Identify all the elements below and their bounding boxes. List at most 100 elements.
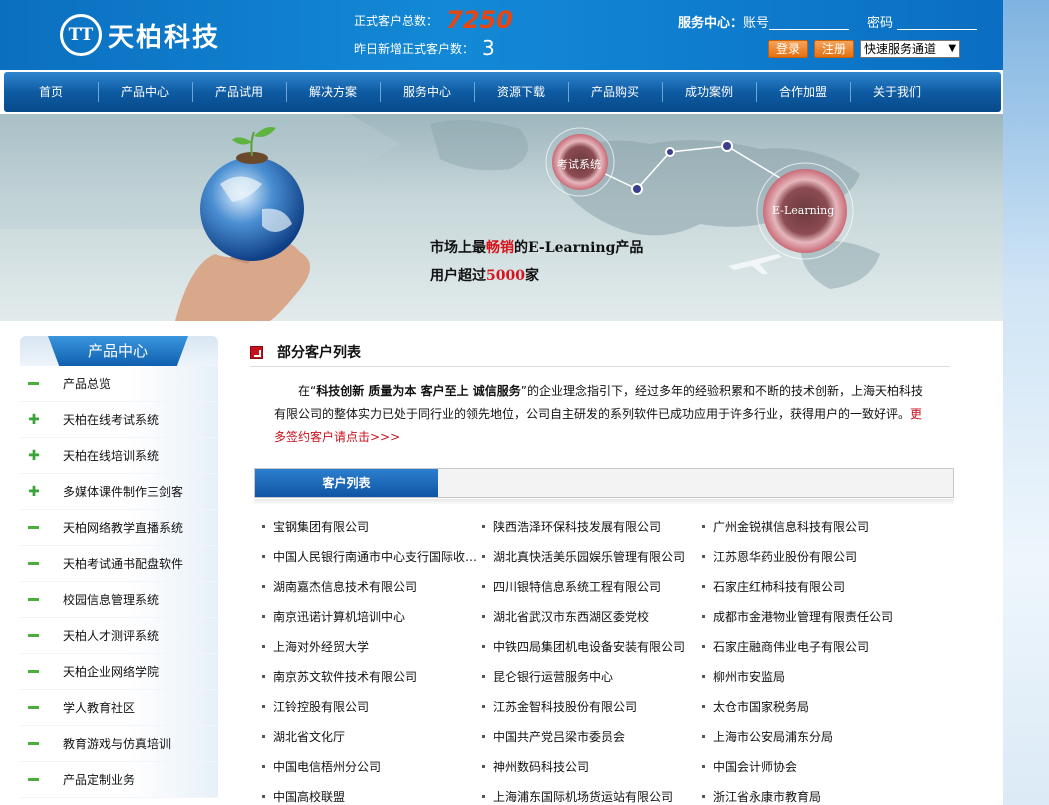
client-item[interactable]: 广州金锐祺信息科技有限公司 bbox=[702, 511, 942, 541]
client-item[interactable]: 中国电信梧州分公司 bbox=[262, 751, 482, 781]
banner-artwork bbox=[0, 114, 880, 321]
client-item[interactable]: 湖北省武汉市东西湖区委党校 bbox=[482, 601, 702, 631]
minus-icon bbox=[28, 670, 40, 673]
client-item[interactable]: 上海市公安局浦东分局 bbox=[702, 721, 942, 751]
sidebar-item-label: 天柏企业网络学院 bbox=[63, 665, 160, 679]
banner-bubble-elearning: E-Learning bbox=[772, 204, 835, 217]
client-name: 神州数码科技公司 bbox=[493, 759, 590, 774]
banner-headline-emphasis: 畅销 bbox=[486, 240, 514, 256]
sidebar-item[interactable]: 天柏网络教学直播系统 bbox=[20, 510, 218, 546]
sidebar-item[interactable]: 产品总览 bbox=[20, 366, 218, 402]
client-item[interactable]: 湖北省文化厅 bbox=[262, 721, 482, 751]
client-name: 湖南嘉杰信息技术有限公司 bbox=[273, 579, 418, 594]
bullet-icon bbox=[482, 734, 485, 738]
plus-icon: ✚ bbox=[28, 447, 40, 464]
logo-mark-icon: TT bbox=[60, 14, 102, 56]
sidebar-item[interactable]: 校园信息管理系统 bbox=[20, 582, 218, 618]
client-item[interactable]: 上海浦东国际机场货运站有限公司 bbox=[482, 781, 702, 805]
bullet-icon bbox=[262, 674, 265, 678]
banner-subline-emphasis: 5000 bbox=[486, 268, 525, 284]
nav-item-solutions[interactable]: 解决方案 bbox=[286, 72, 380, 112]
client-name: 中国人民银行南通市中心支行国际收… bbox=[273, 549, 478, 564]
page: TT 天柏科技 正式客户总数： 7250 昨日新增正式客户数： 3 服务中心： … bbox=[0, 0, 1003, 805]
bullet-icon bbox=[702, 614, 705, 618]
bullet-icon bbox=[702, 704, 705, 708]
sidebar-item[interactable]: 天柏企业网络学院 bbox=[20, 654, 218, 690]
bullet-icon bbox=[482, 794, 485, 798]
client-item[interactable]: 太仓市国家税务局 bbox=[702, 691, 942, 721]
sidebar-item-label: 天柏考试通书配盘软件 bbox=[63, 557, 184, 571]
section-header: 部分客户列表 bbox=[250, 342, 361, 362]
nav-item-purchase[interactable]: 产品购买 bbox=[568, 72, 662, 112]
minus-icon bbox=[28, 562, 40, 565]
hero-banner[interactable]: 考试系统 E-Learning 市场上最畅销的E-Learning产品 用户超过… bbox=[0, 114, 1003, 321]
minus-icon bbox=[28, 382, 40, 385]
client-item[interactable]: 柳州市安监局 bbox=[702, 661, 942, 691]
sidebar-item-label: 天柏网络教学直播系统 bbox=[63, 521, 184, 535]
sidebar-list: 产品总览 ✚ 天柏在线考试系统 ✚ 天柏在线培训系统 ✚ 多媒体课件制作三剑客天柏网络教学直… bbox=[20, 366, 218, 798]
client-name: 湖北省文化厅 bbox=[273, 729, 346, 744]
client-item[interactable]: 石家庄融商伟业电子有限公司 bbox=[702, 631, 942, 661]
bullet-icon bbox=[702, 764, 705, 768]
sidebar-item-label: 产品总览 bbox=[63, 377, 112, 391]
client-name: 陕西浩泽环保科技发展有限公司 bbox=[493, 519, 662, 534]
client-item[interactable]: 成都市金港物业管理有限责任公司 bbox=[702, 601, 942, 631]
sidebar-item-label: 校园信息管理系统 bbox=[63, 593, 160, 607]
bullet-icon bbox=[482, 674, 485, 678]
bullet-icon bbox=[702, 554, 705, 558]
client-item[interactable]: 昆仑银行运营服务中心 bbox=[482, 661, 702, 691]
client-item[interactable]: 江铃控股有限公司 bbox=[262, 691, 482, 721]
client-item[interactable]: 江苏恩华药业股份有限公司 bbox=[702, 541, 942, 571]
client-item[interactable]: 南京迅诺计算机培训中心 bbox=[262, 601, 482, 631]
client-item[interactable]: 江苏金智科技股份有限公司 bbox=[482, 691, 702, 721]
client-item[interactable]: 湖南嘉杰信息技术有限公司 bbox=[262, 571, 482, 601]
sidebar-item[interactable]: 产品定制业务 bbox=[20, 762, 218, 798]
sidebar-item[interactable]: 天柏人才测评系统 bbox=[20, 618, 218, 654]
logo[interactable]: TT 天柏科技 bbox=[60, 12, 220, 58]
sidebar-item[interactable]: ✚ 天柏在线培训系统 bbox=[20, 438, 218, 474]
client-item[interactable]: 陕西浩泽环保科技发展有限公司 bbox=[482, 511, 702, 541]
client-item[interactable]: 中国高校联盟 bbox=[262, 781, 482, 805]
bullet-icon bbox=[262, 644, 265, 648]
sidebar-item[interactable]: ✚ 多媒体课件制作三剑客 bbox=[20, 474, 218, 510]
sidebar-item[interactable]: 学人教育社区 bbox=[20, 690, 218, 726]
bullet-icon bbox=[262, 554, 265, 558]
nav-item-products[interactable]: 产品中心 bbox=[98, 72, 192, 112]
sidebar-item-label: 产品定制业务 bbox=[63, 773, 136, 787]
client-item[interactable]: 南京苏文软件技术有限公司 bbox=[262, 661, 482, 691]
client-item[interactable]: 浙江省永康市教育局 bbox=[702, 781, 942, 805]
client-item[interactable]: 中国共产党吕梁市委员会 bbox=[482, 721, 702, 751]
nav-item-partners[interactable]: 合作加盟 bbox=[756, 72, 850, 112]
client-name: 湖北真快活美乐园娱乐管理有限公司 bbox=[493, 549, 686, 564]
sidebar-item[interactable]: ✚ 天柏在线考试系统 bbox=[20, 402, 218, 438]
nav-item-downloads[interactable]: 资源下载 bbox=[474, 72, 568, 112]
client-list-tabbar: 客户列表 bbox=[254, 468, 954, 498]
client-item[interactable]: 宝钢集团有限公司 bbox=[262, 511, 482, 541]
register-button[interactable]: 注册 bbox=[814, 40, 855, 58]
client-item[interactable]: 四川银特信息系统工程有限公司 bbox=[482, 571, 702, 601]
sidebar-item[interactable]: 教育游戏与仿真培训 bbox=[20, 726, 218, 762]
sidebar-item[interactable]: 天柏考试通书配盘软件 bbox=[20, 546, 218, 582]
client-item[interactable]: 中铁四局集团机电设备安装有限公司 bbox=[482, 631, 702, 661]
client-grid: 宝钢集团有限公司 陕西浩泽环保科技发展有限公司 广州金锐祺信息科技有限公司中国人民银… bbox=[262, 511, 952, 805]
page-background-right bbox=[1003, 0, 1049, 805]
client-item[interactable]: 湖北真快活美乐园娱乐管理有限公司 bbox=[482, 541, 702, 571]
client-item[interactable]: 中国会计师协会 bbox=[702, 751, 942, 781]
nav-item-cases[interactable]: 成功案例 bbox=[662, 72, 756, 112]
nav-item-about[interactable]: 关于我们 bbox=[850, 72, 944, 112]
client-item[interactable]: 石家庄红柿科技有限公司 bbox=[702, 571, 942, 601]
password-input[interactable] bbox=[897, 13, 978, 30]
account-input[interactable] bbox=[769, 13, 850, 30]
nav-item-service[interactable]: 服务中心 bbox=[380, 72, 474, 112]
client-item[interactable]: 中国人民银行南通市中心支行国际收… bbox=[262, 541, 482, 571]
bullet-icon bbox=[702, 674, 705, 678]
client-item[interactable]: 上海对外经贸大学 bbox=[262, 631, 482, 661]
nav-item-trial[interactable]: 产品试用 bbox=[192, 72, 286, 112]
client-item[interactable]: 神州数码科技公司 bbox=[482, 751, 702, 781]
login-button[interactable]: 登录 bbox=[768, 40, 809, 58]
tab-client-list[interactable]: 客户列表 bbox=[255, 469, 438, 497]
nav-item-home[interactable]: 首页 bbox=[4, 72, 98, 112]
intro-paragraph: 在“科技创新 质量为本 客户至上 诚信服务”的企业理念指引下，经过多年的经验积累… bbox=[274, 380, 924, 449]
quick-service-select[interactable]: 快速服务通道 ▼ bbox=[860, 40, 961, 58]
client-name: 中铁四局集团机电设备安装有限公司 bbox=[493, 639, 686, 654]
